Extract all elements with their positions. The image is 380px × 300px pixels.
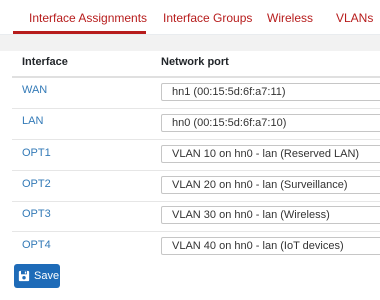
interface-link-opt3[interactable]: OPT3 [22,208,51,220]
interface-link-wan[interactable]: WAN [22,84,47,96]
network-port-select-opt2[interactable]: VLAN 20 on hn0 - lan (Surveillance) [161,176,380,194]
network-port-select-opt4[interactable]: VLAN 40 on hn0 - lan (IoT devices) [161,237,380,255]
row-divider [12,139,380,140]
save-button-label: Save [34,270,60,282]
table-header-divider [12,76,380,78]
panel-gap [0,35,380,51]
interface-link-opt2[interactable]: OPT2 [22,178,51,190]
network-port-select-opt1[interactable]: VLAN 10 on hn0 - lan (Reserved LAN) [161,145,380,163]
interface-link-opt1[interactable]: OPT1 [22,147,51,159]
network-port-select-wan[interactable]: hn1 (00:15:5d:6f:a7:11) [161,83,380,101]
row-divider [12,170,380,171]
interface-link-lan[interactable]: LAN [22,115,43,127]
tab-vlans[interactable]: VLANs [336,11,373,25]
column-header-interface: Interface [22,56,68,68]
network-port-select-lan[interactable]: hn0 (00:15:5d:6f:a7:10) [161,114,380,132]
column-header-network-port: Network port [161,56,229,68]
network-port-select-opt3[interactable]: VLAN 30 on hn0 - lan (Wireless) [161,206,380,224]
row-divider [12,108,380,109]
row-divider [12,231,380,232]
tab-bar: Interface Assignments Interface Groups W… [0,0,380,36]
tab-wireless[interactable]: Wireless [267,11,313,25]
save-icon [18,270,30,282]
tab-interface-assignments[interactable]: Interface Assignments [29,11,147,25]
tab-interface-groups[interactable]: Interface Groups [163,11,252,25]
interface-link-opt4[interactable]: OPT4 [22,239,51,251]
row-divider [12,201,380,202]
save-button[interactable]: Save [14,264,60,288]
